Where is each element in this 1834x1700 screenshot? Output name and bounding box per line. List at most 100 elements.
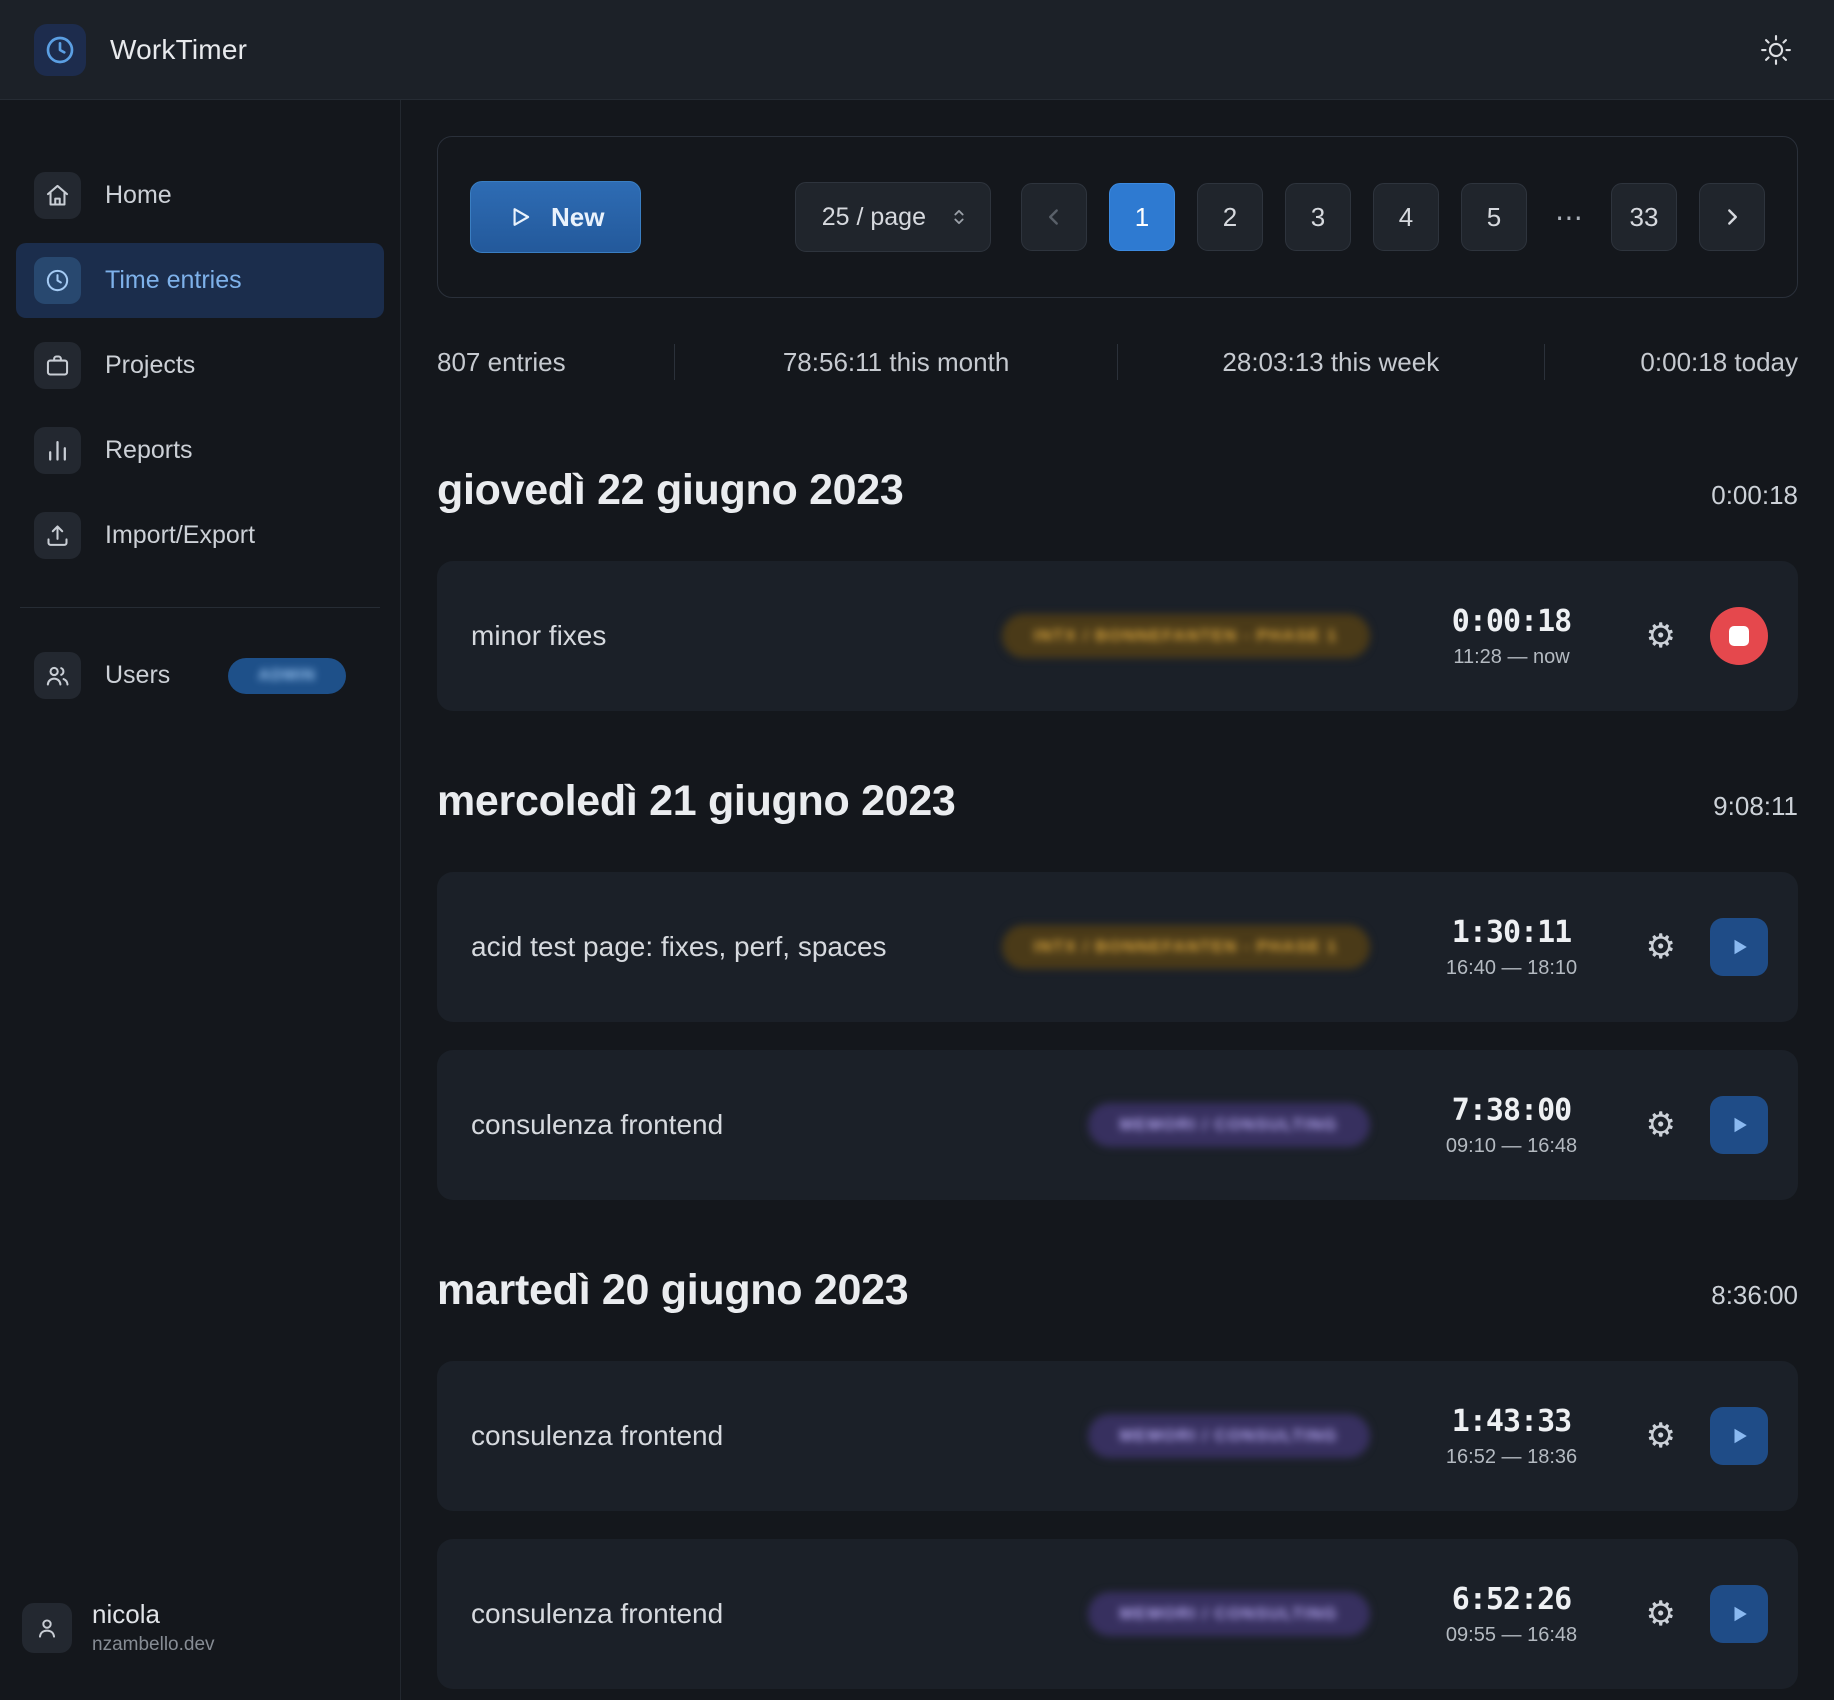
entry-time-range: 16:40 — 18:10 [1412, 957, 1612, 980]
sidebar-item-label: Users [105, 661, 170, 690]
chevron-left-icon [1041, 204, 1067, 230]
new-entry-label: New [551, 202, 604, 233]
sidebar-item-projects[interactable]: Projects [16, 328, 384, 403]
current-user[interactable]: nicola nzambello.dev [16, 1599, 384, 1656]
sidebar-item-users[interactable]: Users ADMIN [16, 638, 384, 713]
sidebar-item-label: Reports [105, 436, 193, 465]
entry-settings-button[interactable]: ⚙ [1642, 926, 1680, 968]
sidebar-item-reports[interactable]: Reports [16, 413, 384, 488]
time-entry-row[interactable]: consulenza frontend MEMORI / CONSULTING … [437, 1361, 1798, 1511]
project-pill: MEMORI / CONSULTING [1088, 1103, 1370, 1147]
project-pill: INTX / BONNEFANTEN - PHASE 1 [1002, 925, 1370, 969]
project-pill: MEMORI / CONSULTING [1088, 1414, 1370, 1458]
page-size-select[interactable]: 25 / page [795, 182, 991, 252]
pagination-page-1[interactable]: 1 [1109, 183, 1175, 251]
pagination: 12345 ⋯ 33 [1021, 183, 1765, 251]
briefcase-icon [44, 352, 71, 379]
toolbar-right: 25 / page 12345 ⋯ 33 [795, 182, 1765, 252]
sidebar-item-import-export[interactable]: Import/Export [16, 498, 384, 573]
start-timer-button[interactable] [1710, 1096, 1768, 1154]
time-entry-row[interactable]: minor fixes INTX / BONNEFANTEN - PHASE 1… [437, 561, 1798, 711]
start-timer-button[interactable] [1710, 918, 1768, 976]
pagination-page-33[interactable]: 33 [1611, 183, 1677, 251]
entry-duration: 7:38:00 [1412, 1093, 1612, 1128]
theme-toggle-button[interactable] [1752, 26, 1800, 74]
nav-icon-box [34, 427, 81, 474]
start-timer-button[interactable] [1710, 1585, 1768, 1643]
sidebar-item-home[interactable]: Home [16, 158, 384, 233]
entry-groups: giovedì 22 giugno 2023 0:00:18 minor fix… [437, 466, 1798, 1689]
entry-settings-button[interactable]: ⚙ [1642, 1104, 1680, 1146]
pagination-prev-button[interactable] [1021, 183, 1087, 251]
entry-name: consulenza frontend [471, 1109, 1058, 1141]
time-entry-row[interactable]: acid test page: fixes, perf, spaces INTX… [437, 872, 1798, 1022]
entry-time-block: 1:43:33 16:52 — 18:36 [1412, 1404, 1612, 1469]
users-icon-box [34, 652, 81, 699]
time-entry-row[interactable]: consulenza frontend MEMORI / CONSULTING … [437, 1050, 1798, 1200]
entry-time-block: 0:00:18 11:28 — now [1412, 604, 1612, 669]
new-entry-button[interactable]: New [470, 181, 641, 253]
time-entry-row[interactable]: consulenza frontend MEMORI / CONSULTING … [437, 1539, 1798, 1689]
day-group-entries: consulenza frontend MEMORI / CONSULTING … [437, 1361, 1798, 1689]
pagination-page-4[interactable]: 4 [1373, 183, 1439, 251]
play-icon [1727, 1602, 1751, 1626]
user-domain: nzambello.dev [92, 1634, 215, 1656]
sidebar-item-label: Import/Export [105, 521, 255, 550]
entry-time-range: 16:52 — 18:36 [1412, 1446, 1612, 1469]
main-content: New 25 / page 12345 ⋯ 33 807 entries78:56:… [401, 100, 1834, 1700]
play-icon [1727, 935, 1751, 959]
day-group-entries: acid test page: fixes, perf, spaces INTX… [437, 872, 1798, 1200]
entry-duration: 0:00:18 [1412, 604, 1612, 639]
entry-settings-button[interactable]: ⚙ [1642, 1593, 1680, 1635]
day-group-total: 8:36:00 [1711, 1280, 1798, 1311]
entry-name: consulenza frontend [471, 1598, 1058, 1630]
stat-1: 78:56:11 this month [675, 347, 1117, 378]
stop-timer-button[interactable] [1710, 607, 1768, 665]
clock-icon [44, 267, 71, 294]
day-group-date: giovedì 22 giugno 2023 [437, 466, 904, 515]
entry-time-range: 11:28 — now [1412, 646, 1612, 669]
entry-name: consulenza frontend [471, 1420, 1058, 1452]
sidebar-nav: Home Time entries Projects Reports Impor… [16, 158, 384, 583]
entry-time-range: 09:55 — 16:48 [1412, 1624, 1612, 1647]
pagination-ellipsis: ⋯ [1549, 201, 1589, 234]
project-pill: MEMORI / CONSULTING [1088, 1592, 1370, 1636]
stat-2: 28:03:13 this week [1118, 347, 1544, 378]
chevron-up-down-icon [948, 206, 970, 228]
day-group: martedì 20 giugno 2023 8:36:00 consulenz… [437, 1266, 1798, 1689]
sidebar-item-label: Home [105, 181, 172, 210]
pagination-page-2[interactable]: 2 [1197, 183, 1263, 251]
stat-3: 0:00:18 today [1545, 347, 1798, 378]
user-name: nicola [92, 1599, 215, 1630]
day-group-date: mercoledì 21 giugno 2023 [437, 777, 956, 826]
app-title: WorkTimer [110, 34, 247, 66]
admin-badge-label: ADMIN [258, 667, 315, 684]
sidebar-item-time-entries[interactable]: Time entries [16, 243, 384, 318]
play-outline-icon [507, 204, 533, 230]
entry-name: minor fixes [471, 620, 972, 652]
nav-icon-box [34, 512, 81, 559]
play-icon [1727, 1424, 1751, 1448]
entry-settings-button[interactable]: ⚙ [1642, 615, 1680, 657]
users-icon [44, 662, 71, 689]
day-group: mercoledì 21 giugno 2023 9:08:11 acid te… [437, 777, 1798, 1200]
person-icon [34, 1615, 60, 1641]
entry-settings-button[interactable]: ⚙ [1642, 1415, 1680, 1457]
entry-name: acid test page: fixes, perf, spaces [471, 931, 972, 963]
toolbar: New 25 / page 12345 ⋯ 33 [437, 136, 1798, 298]
day-group-total: 0:00:18 [1711, 480, 1798, 511]
sun-icon [1759, 33, 1793, 67]
avatar [22, 1603, 72, 1653]
start-timer-button[interactable] [1710, 1407, 1768, 1465]
day-group-header: giovedì 22 giugno 2023 0:00:18 [437, 466, 1798, 515]
upload-icon [44, 522, 71, 549]
pagination-page-3[interactable]: 3 [1285, 183, 1351, 251]
nav-icon-box [34, 342, 81, 389]
pagination-next-button[interactable] [1699, 183, 1765, 251]
stats-row: 807 entries78:56:11 this month28:03:13 t… [437, 344, 1798, 380]
sidebar-divider [20, 607, 380, 608]
entry-time-block: 7:38:00 09:10 — 16:48 [1412, 1093, 1612, 1158]
entry-time-block: 1:30:11 16:40 — 18:10 [1412, 915, 1612, 980]
pagination-page-5[interactable]: 5 [1461, 183, 1527, 251]
entry-time-block: 6:52:26 09:55 — 16:48 [1412, 1582, 1612, 1647]
